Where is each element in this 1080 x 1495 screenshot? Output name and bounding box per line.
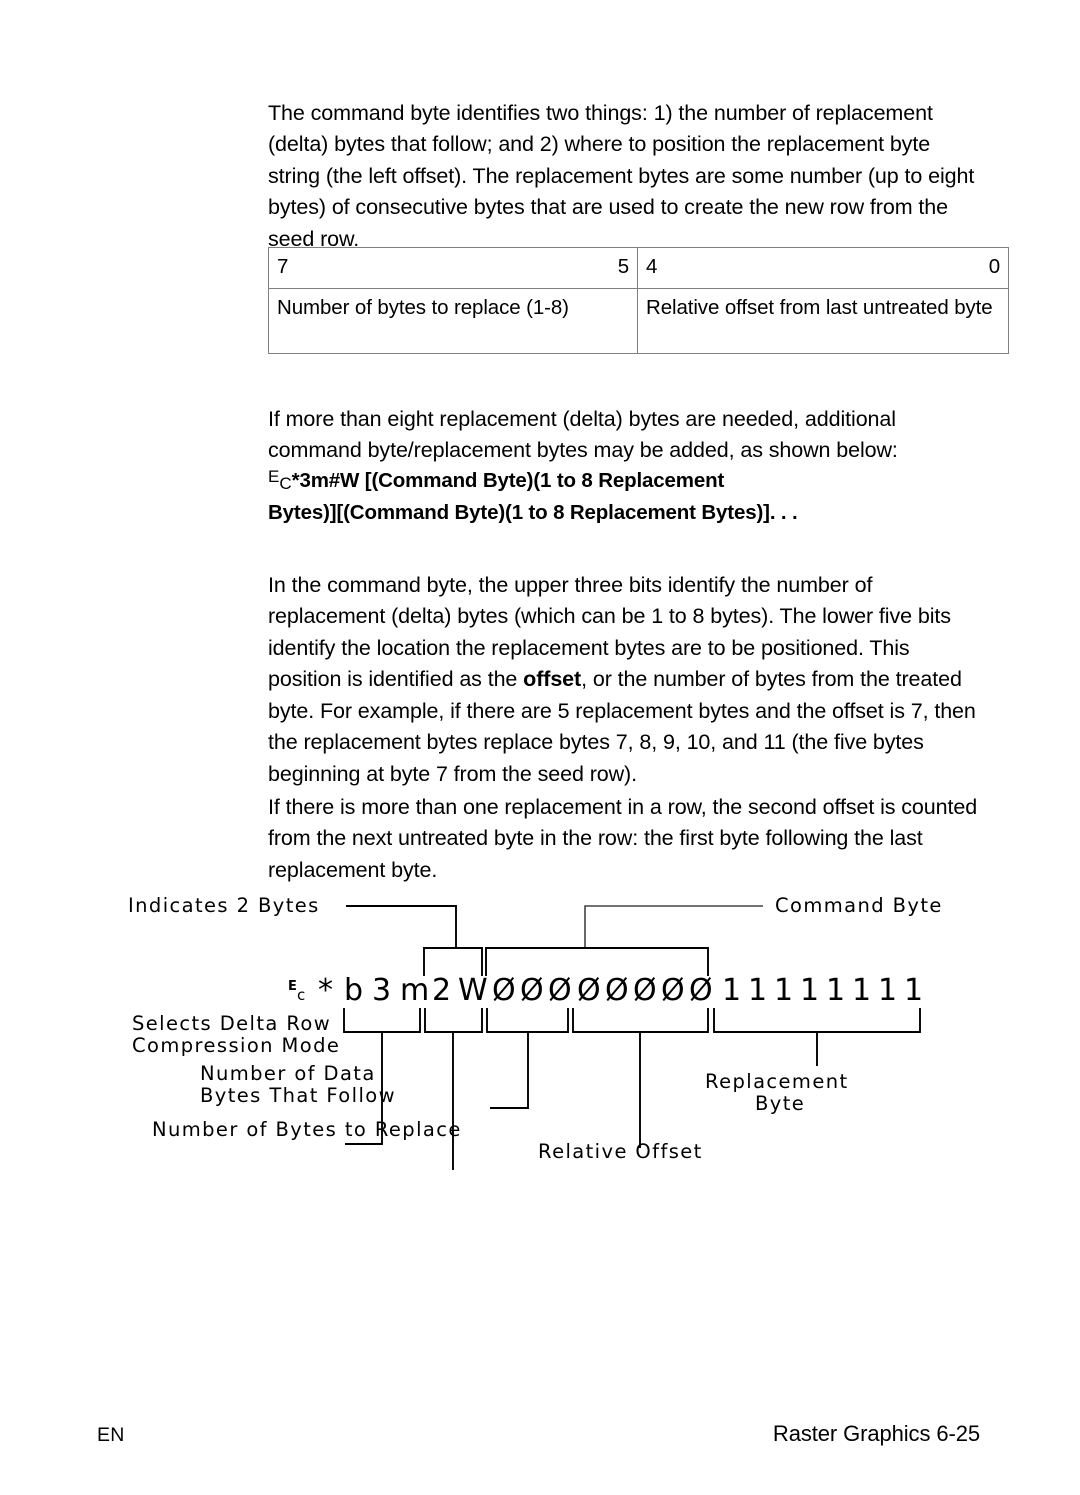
diagram-label-replacement-byte-line2: Byte xyxy=(755,1092,805,1115)
diagram-char-W: W xyxy=(458,973,488,1008)
diagram-label-replacement-byte-line1: Replacement xyxy=(705,1070,849,1093)
diagram-char-zero-6: Ø xyxy=(633,973,657,1008)
syntax-line-1: EC*3m#W [(Command Byte)(1 to 8 Replaceme… xyxy=(268,465,988,498)
diagram-svg: Indicates 2 Bytes Command Byte E c * b 3… xyxy=(128,894,943,1170)
bit-label-5: 5 xyxy=(617,255,629,278)
diagram-char-one-2: 1 xyxy=(748,973,767,1008)
table-row-descriptions: Number of bytes to replace (1-8) Relativ… xyxy=(268,288,1009,354)
diagram-char-m: m xyxy=(400,973,429,1008)
diagram-char-one-1: 1 xyxy=(722,973,741,1008)
diagram-char-one-8: 1 xyxy=(904,973,923,1008)
diagram-escape-c: c xyxy=(297,986,305,1004)
diagram-char-one-3: 1 xyxy=(774,973,793,1008)
cell-relative-offset: Relative offset from last untreated byte xyxy=(637,288,1009,354)
paragraph-command-byte: In the command byte, the upper three bit… xyxy=(268,570,978,791)
footer-chapter-page: Raster Graphics 6-25 xyxy=(772,1421,980,1446)
cell-number-of-bytes-to-replace: Number of bytes to replace (1-8) xyxy=(268,288,638,354)
bracket-bottom-delta-row-mode xyxy=(343,1008,421,1033)
paragraph-second-offset: If there is more than one replacement in… xyxy=(268,794,978,882)
footer-language-code: EN xyxy=(97,1424,125,1446)
diagram-char-zero-4: Ø xyxy=(577,973,601,1008)
diagram-char-zero-8: Ø xyxy=(689,973,713,1008)
bracket-top-two-bytes xyxy=(423,947,483,976)
leader-bytes-to-replace xyxy=(490,1032,529,1109)
diagram-char-zero-3: Ø xyxy=(548,973,572,1008)
diagram-label-number-of-data-line2: Bytes That Follow xyxy=(200,1084,396,1107)
diagram-label-indicates-2-bytes: Indicates 2 Bytes xyxy=(128,894,320,917)
diagram-char-asterisk: * xyxy=(318,973,333,1008)
diagram-char-one-6: 1 xyxy=(852,973,871,1008)
bracket-bottom-replacement-byte xyxy=(713,1008,921,1033)
escape-character: EC xyxy=(268,467,292,493)
bracket-top-command-byte xyxy=(485,947,709,976)
table-row-bit-numbers: 7 5 4 0 xyxy=(268,247,1009,289)
syntax-line-2: Bytes)][(Command Byte)(1 to 8 Replacemen… xyxy=(268,501,798,524)
escape-c-glyph: C xyxy=(279,474,292,493)
diagram-label-selects-delta-row-line2: Compression Mode xyxy=(132,1034,340,1057)
leader-command-byte xyxy=(584,905,763,948)
syntax-text-1: *3m#W [(Command Byte)(1 to 8 Replacement xyxy=(291,469,725,492)
diagram-char-one-7: 1 xyxy=(878,973,897,1008)
bit-field-table: 7 5 4 0 Number of bytes to replace (1-8)… xyxy=(268,247,1009,354)
diagram-label-number-bytes-to-replace: Number of Bytes to Replace xyxy=(152,1118,462,1141)
diagram-char-zero-5: Ø xyxy=(605,973,629,1008)
escape-sequence-diagram: Indicates 2 Bytes Command Byte E c * b 3… xyxy=(0,880,1080,1170)
diagram-char-zero-7: Ø xyxy=(661,973,685,1008)
bracket-bottom-bytes-to-replace xyxy=(486,1008,569,1033)
bracket-bottom-relative-offset xyxy=(572,1008,709,1033)
leader-indicates-2-bytes xyxy=(346,905,457,948)
diagram-char-b: b xyxy=(344,973,363,1008)
cell-bits-7-5: 7 5 xyxy=(268,247,638,289)
diagram-label-relative-offset: Relative Offset xyxy=(538,1140,703,1163)
escape-e-glyph: E xyxy=(268,467,280,486)
bit-label-0: 0 xyxy=(988,255,1000,278)
paragraph-intro: The command byte identifies two things: … xyxy=(268,100,975,251)
diagram-char-2: 2 xyxy=(432,973,451,1008)
diagram-char-zero-1: Ø xyxy=(492,973,516,1008)
paragraph-more-bytes: If more than eight replacement (delta) b… xyxy=(268,406,898,463)
diagram-label-selects-delta-row-line1: Selects Delta Row xyxy=(132,1012,331,1035)
bracket-bottom-data-bytes-follow xyxy=(424,1008,483,1033)
bit-label-4: 4 xyxy=(646,255,658,278)
diagram-char-one-5: 1 xyxy=(826,973,845,1008)
bit-label-7: 7 xyxy=(277,255,289,278)
diagram-label-command-byte: Command Byte xyxy=(775,894,943,917)
escape-sequence-string: E c * b 3 m 2 W Ø Ø Ø Ø Ø Ø Ø Ø 1 1 1 1 xyxy=(288,973,923,1008)
bold-offset-term: offset xyxy=(523,667,582,691)
diagram-char-3: 3 xyxy=(372,973,391,1008)
diagram-char-zero-2: Ø xyxy=(520,973,544,1008)
diagram-char-one-4: 1 xyxy=(800,973,819,1008)
document-page: The command byte identifies two things: … xyxy=(0,0,1080,1495)
diagram-escape-e: E xyxy=(288,979,297,994)
cell-bits-4-0: 4 0 xyxy=(637,247,1009,289)
diagram-label-number-of-data-line1: Number of Data xyxy=(200,1062,376,1085)
